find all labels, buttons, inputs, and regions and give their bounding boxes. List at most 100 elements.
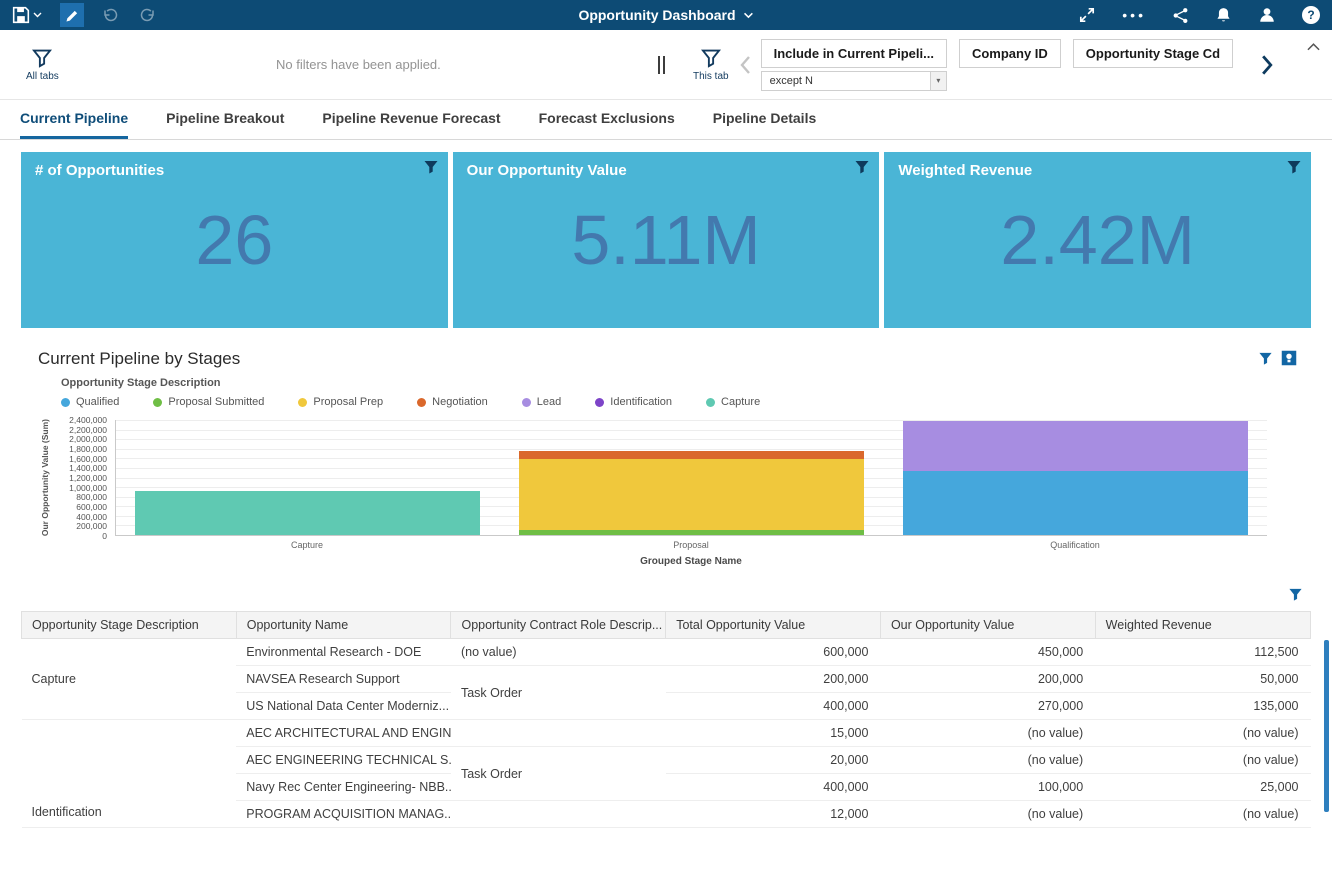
our-value-cell: 270,000	[880, 693, 1095, 720]
fullscreen-button[interactable]	[1078, 6, 1096, 24]
share-button[interactable]	[1172, 7, 1189, 24]
kpi-filter-button[interactable]	[423, 159, 439, 180]
table-header-cell-opportunity-contract-role-descrip[interactable]: Opportunity Contract Role Descrip...	[451, 612, 666, 639]
legend-item-lead[interactable]: Lead	[522, 396, 561, 408]
table-scrollbar[interactable]	[1324, 640, 1329, 812]
chart-filter-button[interactable]	[1258, 351, 1273, 371]
y-tick-label: 2,200,000	[69, 425, 107, 435]
tab-pipeline-details[interactable]: Pipeline Details	[713, 100, 816, 139]
opportunity-name-cell: Navy Rec Center Engineering- NBB...	[236, 774, 451, 801]
table-row[interactable]: IdentificationAEC ARCHITECTURAL AND ENGI…	[22, 720, 1311, 747]
tab-current-pipeline[interactable]: Current Pipeline	[20, 100, 128, 139]
opportunity-name-cell: AEC ARCHITECTURAL AND ENGIN...	[236, 720, 451, 747]
tab-pipeline-breakout[interactable]: Pipeline Breakout	[166, 100, 284, 139]
legend-item-proposal-submitted[interactable]: Proposal Submitted	[153, 396, 264, 408]
legend-item-proposal-prep[interactable]: Proposal Prep	[298, 396, 383, 408]
opportunity-name-cell: PROGRAM ACQUISITION MANAG...	[236, 801, 451, 828]
total-value-cell: 600,000	[666, 639, 881, 666]
table-filter-button[interactable]	[1288, 587, 1303, 605]
scroll-chips-right-button[interactable]	[1261, 54, 1274, 76]
edit-button[interactable]	[60, 3, 84, 27]
bar-segment-qualified[interactable]	[903, 471, 1248, 535]
kpi-card-of-opportunities[interactable]: # of Opportunities 26	[21, 152, 448, 328]
more-button[interactable]: •••	[1122, 10, 1146, 20]
chart-legend: Opportunity Stage Description QualifiedP…	[61, 377, 1311, 408]
chevron-down-icon	[744, 12, 754, 19]
edit-pencil-icon	[66, 9, 79, 22]
y-tick-label: 400,000	[76, 512, 107, 522]
kpi-card-our-opportunity-value[interactable]: Our Opportunity Value 5.11M	[453, 152, 880, 328]
all-tabs-label: All tabs	[26, 71, 59, 82]
bar-segment-negotiation[interactable]	[519, 451, 864, 460]
filter-chip-label[interactable]: Opportunity Stage Cd	[1073, 39, 1233, 68]
more-icon: •••	[1122, 10, 1146, 20]
filter-chips: Include in Current Pipeli... except N▾ Com…	[761, 39, 1234, 91]
table-header-cell-total-opportunity-value[interactable]: Total Opportunity Value	[666, 612, 881, 639]
redo-button[interactable]	[138, 7, 156, 23]
account-person-icon	[1258, 6, 1276, 24]
filter-funnel-icon	[701, 48, 721, 68]
chart-card: Current Pipeline by Stages Opportunity S…	[21, 348, 1311, 567]
table-header-cell-opportunity-stage-description[interactable]: Opportunity Stage Description	[22, 612, 237, 639]
filter-bar-divider-handle[interactable]	[658, 56, 665, 74]
filter-this-tab-section: This tab Include in Current Pipeli... exc…	[665, 30, 1332, 99]
filter-chip-opportunity-stage-cd[interactable]: Opportunity Stage Cd	[1073, 39, 1233, 68]
help-button[interactable]: ?	[1302, 6, 1320, 24]
y-tick-label: 200,000	[76, 521, 107, 531]
filter-chip-label[interactable]: Company ID	[959, 39, 1061, 68]
all-tabs-filter-button[interactable]: All tabs	[26, 48, 59, 82]
table-header-cell-weighted-revenue[interactable]: Weighted Revenue	[1095, 612, 1310, 639]
chevron-down-icon[interactable]: ▾	[930, 72, 946, 90]
y-tick-label: 2,000,000	[69, 434, 107, 444]
filter-chip-company-id[interactable]: Company ID	[959, 39, 1061, 68]
chart-insights-button[interactable]	[1281, 350, 1297, 371]
kpi-title: # of Opportunities	[35, 162, 164, 179]
our-value-cell: (no value)	[880, 747, 1095, 774]
legend-item-negotiation[interactable]: Negotiation	[417, 396, 488, 408]
notifications-bell-icon	[1215, 6, 1232, 24]
bar-segment-proposal-prep[interactable]	[519, 459, 864, 530]
stacked-bar-proposal[interactable]	[519, 420, 864, 535]
legend-item-identification[interactable]: Identification	[595, 396, 672, 408]
weighted-revenue-cell: 25,000	[1095, 774, 1310, 801]
total-value-cell: 200,000	[666, 666, 881, 693]
tab-forecast-exclusions[interactable]: Forecast Exclusions	[539, 100, 675, 139]
total-value-cell: 12,000	[666, 801, 881, 828]
bar-segment-lead[interactable]	[903, 421, 1248, 471]
stacked-bar-capture[interactable]	[135, 420, 480, 535]
chart-legend-items: Qualified Proposal Submitted Proposal Prep…	[61, 396, 1311, 408]
legend-label: Qualified	[76, 396, 119, 408]
y-tick-label: 600,000	[76, 502, 107, 512]
kpi-row: # of Opportunities 26 Our Opportunity Va…	[21, 152, 1311, 328]
table-row[interactable]: CaptureEnvironmental Research - DOE(no v…	[22, 639, 1311, 666]
bar-segment-proposal-submitted[interactable]	[519, 530, 864, 535]
notifications-button[interactable]	[1215, 6, 1232, 24]
chevron-up-icon	[1307, 43, 1320, 51]
dashboard-title-menu[interactable]: Opportunity Dashboard	[578, 7, 753, 23]
kpi-filter-button[interactable]	[854, 159, 870, 180]
filter-chip-label[interactable]: Include in Current Pipeli...	[761, 39, 947, 68]
kpi-card-weighted-revenue[interactable]: Weighted Revenue 2.42M	[884, 152, 1311, 328]
legend-item-qualified[interactable]: Qualified	[61, 396, 119, 408]
scroll-chips-left-button[interactable]	[739, 55, 751, 75]
legend-label: Lead	[537, 396, 561, 408]
chevron-down-icon	[33, 12, 42, 18]
legend-item-capture[interactable]: Capture	[706, 396, 760, 408]
tab-pipeline-revenue-forecast[interactable]: Pipeline Revenue Forecast	[322, 100, 500, 139]
undo-button[interactable]	[102, 7, 120, 23]
table-header-cell-opportunity-name[interactable]: Opportunity Name	[236, 612, 451, 639]
kpi-filter-button[interactable]	[1286, 159, 1302, 180]
filter-bar: All tabs No filters have been applied. T…	[0, 30, 1332, 100]
this-tab-filter-button[interactable]: This tab	[693, 48, 729, 82]
stacked-bar-qualification[interactable]	[903, 420, 1248, 535]
pipeline-table: Opportunity Stage DescriptionOpportunity…	[21, 611, 1311, 828]
save-button[interactable]	[12, 6, 42, 24]
filter-condition[interactable]: except N▾	[761, 71, 947, 91]
collapse-filter-bar-button[interactable]	[1307, 38, 1320, 56]
account-button[interactable]	[1258, 6, 1276, 24]
table-header-cell-our-opportunity-value[interactable]: Our Opportunity Value	[880, 612, 1095, 639]
filter-chip-include-in-current-pipeli[interactable]: Include in Current Pipeli... except N▾	[761, 39, 947, 91]
contract-role-cell: Task Order	[451, 666, 666, 720]
bar-slot-qualification	[883, 420, 1267, 535]
bar-segment-capture[interactable]	[135, 491, 480, 535]
